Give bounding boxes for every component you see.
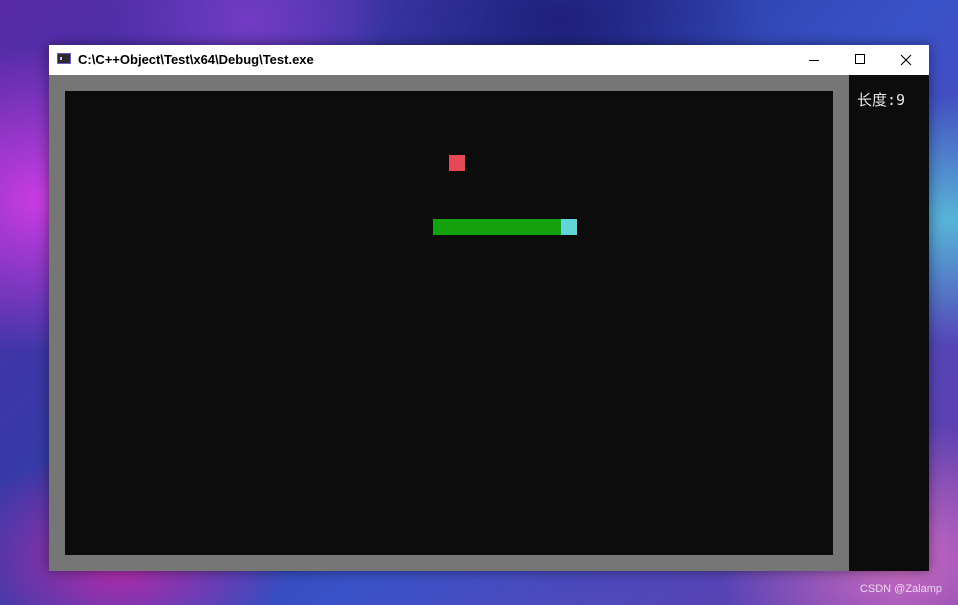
snake-body-segment (529, 219, 545, 235)
close-button[interactable] (883, 45, 929, 75)
snake-body-segment (465, 219, 481, 235)
title-bar[interactable]: C:\C++Object\Test\x64\Debug\Test.exe (49, 45, 929, 75)
game-board (65, 91, 833, 555)
snake-head (561, 219, 577, 235)
snake-body-segment (513, 219, 529, 235)
snake-body-segment (449, 219, 465, 235)
console-window[interactable]: C:\C++Object\Test\x64\Debug\Test.exe 长度:… (49, 45, 929, 571)
game-board-border (49, 75, 849, 571)
watermark-text: CSDN @Zalamp (859, 583, 942, 595)
console-client-area: 长度:9 (49, 75, 929, 571)
snake-body-segment (481, 219, 497, 235)
console-app-icon (57, 53, 71, 64)
window-title: C:\C++Object\Test\x64\Debug\Test.exe (78, 52, 314, 67)
maximize-button[interactable] (837, 45, 883, 75)
food-cell (449, 155, 465, 171)
desktop-background: C:\C++Object\Test\x64\Debug\Test.exe 长度:… (0, 0, 958, 605)
close-icon (900, 54, 912, 66)
snake-body-segment (433, 219, 449, 235)
minimize-button[interactable] (791, 45, 837, 75)
snake-body-segment (545, 219, 561, 235)
snake-length-label: 长度:9 (857, 91, 906, 109)
snake-body-segment (497, 219, 513, 235)
